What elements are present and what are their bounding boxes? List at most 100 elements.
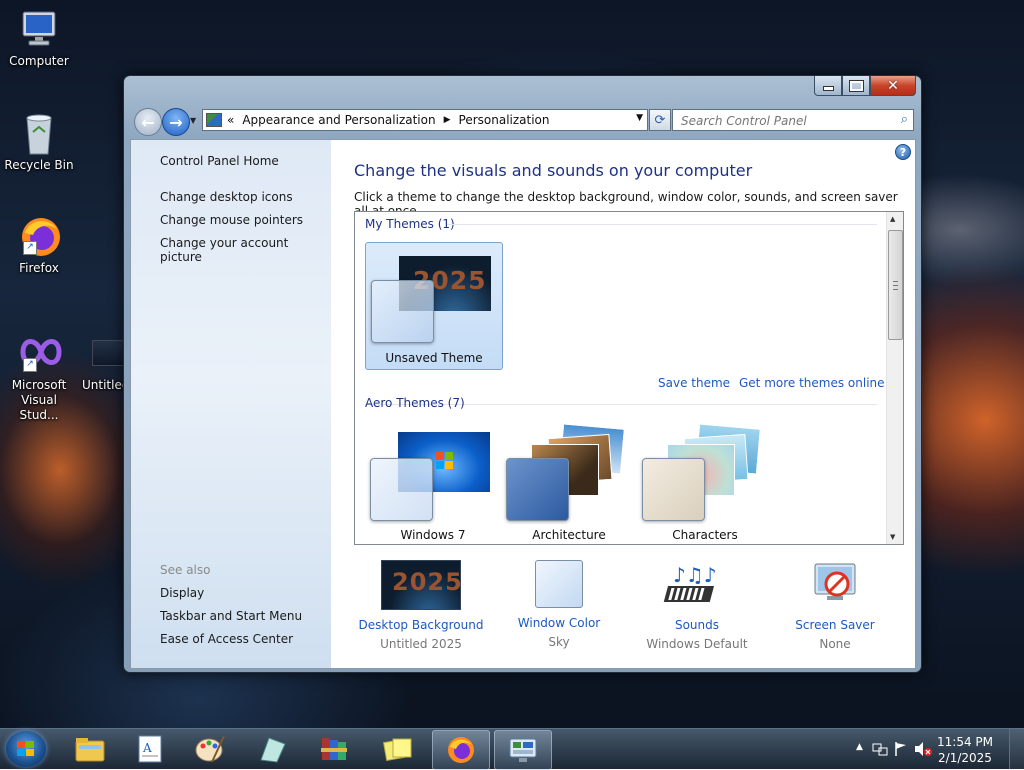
page-title: Change the visuals and sounds on your co… xyxy=(354,161,753,180)
theme-name: Unsaved Theme xyxy=(385,351,483,365)
address-dropdown-icon[interactable]: ▼ xyxy=(636,113,643,123)
vertical-scrollbar[interactable]: ▲ ▼ xyxy=(886,212,903,544)
caption-buttons: ✕ xyxy=(814,76,916,96)
save-theme-link[interactable]: Save theme xyxy=(658,376,730,390)
breadcrumb-separator-icon[interactable]: ▶ xyxy=(444,115,451,125)
taskbar-explorer[interactable] xyxy=(62,730,118,768)
desktop-icon-label: Computer xyxy=(9,54,69,68)
taskbar-wordpad[interactable]: A xyxy=(122,730,178,768)
sounds-item[interactable]: ♪♫♪ Sounds Windows Default xyxy=(627,560,767,651)
scrollbar-thumb[interactable] xyxy=(888,230,903,340)
personalization-window: ✕ ← → ▼ « Appearance and Personalization… xyxy=(123,75,922,673)
forward-button[interactable]: → xyxy=(162,108,190,136)
sidebar-display[interactable]: Display xyxy=(160,586,204,600)
sidebar: Control Panel Home Change desktop icons … xyxy=(131,140,331,668)
taskbar-control-panel[interactable] xyxy=(494,730,552,770)
breadcrumb-appearance[interactable]: Appearance and Personalization xyxy=(242,113,435,127)
theme-tile-characters[interactable]: Characters xyxy=(637,420,773,544)
desktop-icon-visual-studio[interactable]: ↗ Microsoft Visual Stud... xyxy=(1,332,77,423)
theme-name: Characters xyxy=(672,528,738,542)
window-color-swatch xyxy=(642,458,705,521)
desktop-icon-label: Microsoft Visual Stud... xyxy=(11,378,67,422)
snipping-tool-icon xyxy=(260,737,286,763)
sounds-icon: ♪♫♪ xyxy=(657,560,737,610)
close-button[interactable]: ✕ xyxy=(870,76,916,96)
show-desktop-button[interactable] xyxy=(1009,729,1024,769)
scroll-down-icon[interactable]: ▼ xyxy=(890,533,895,541)
svg-text:♪♫♪: ♪♫♪ xyxy=(673,563,716,587)
window-color-swatch xyxy=(506,458,569,521)
taskbar-sticky-notes[interactable] xyxy=(370,730,426,768)
desktop-icon-untitled[interactable]: Untitled xyxy=(78,332,124,393)
desktop-icon-firefox[interactable]: ↗ Firefox xyxy=(1,215,77,276)
theme-tile-architecture[interactable]: Architecture xyxy=(501,420,637,544)
sidebar-change-account-picture[interactable]: Change your account picture xyxy=(160,236,331,264)
sidebar-control-panel-home[interactable]: Control Panel Home xyxy=(160,154,279,168)
sidebar-change-desktop-icons[interactable]: Change desktop icons xyxy=(160,190,293,204)
sounds-value: Windows Default xyxy=(646,637,748,651)
computer-icon xyxy=(19,8,59,48)
network-icon[interactable] xyxy=(872,741,888,757)
address-bar[interactable]: « Appearance and Personalization ▶ Perso… xyxy=(202,109,648,131)
sounds-link[interactable]: Sounds xyxy=(627,618,767,632)
my-themes-header: My Themes (1) xyxy=(365,217,455,231)
theme-tile-windows7[interactable]: Windows 7 xyxy=(365,420,501,544)
back-arrow-icon: ← xyxy=(141,112,155,132)
sidebar-taskbar-start-menu[interactable]: Taskbar and Start Menu xyxy=(160,609,302,623)
recent-pages-dropdown-icon[interactable]: ▼ xyxy=(190,116,196,125)
shortcut-arrow-icon: ↗ xyxy=(23,241,37,255)
maximize-button[interactable] xyxy=(842,76,870,96)
screen-saver-icon xyxy=(795,560,875,610)
paint-icon xyxy=(195,735,225,763)
help-icon[interactable]: ? xyxy=(895,144,911,160)
refresh-button[interactable]: ⟳ xyxy=(649,109,671,131)
address-history-chevron[interactable]: « xyxy=(227,113,234,127)
minimize-icon xyxy=(822,86,834,91)
svg-text:A: A xyxy=(142,741,152,755)
desktop-background-item[interactable]: 2025 Desktop Background Untitled 2025 xyxy=(351,560,491,651)
screen-saver-value: None xyxy=(819,637,851,651)
maximize-icon xyxy=(848,79,864,92)
volume-muted-icon[interactable] xyxy=(914,741,932,757)
firefox-icon xyxy=(448,737,474,763)
close-icon: ✕ xyxy=(887,77,899,94)
search-icon[interactable]: ⌕ xyxy=(901,112,908,127)
window-color-item[interactable]: Window Color Sky xyxy=(489,560,629,649)
windows-explorer-icon xyxy=(75,738,105,762)
windows-logo-icon xyxy=(17,741,35,757)
sidebar-change-mouse-pointers[interactable]: Change mouse pointers xyxy=(160,213,303,227)
search-box[interactable]: ⌕ xyxy=(672,109,914,131)
show-hidden-icons-icon[interactable]: ▲ xyxy=(856,742,863,752)
theme-tile-unsaved[interactable]: 2025 Unsaved Theme xyxy=(365,242,503,370)
desktop-icon-computer[interactable]: Computer xyxy=(1,8,77,69)
screen-saver-link[interactable]: Screen Saver xyxy=(765,618,905,632)
back-button[interactable]: ← xyxy=(134,108,162,136)
clock-time: 11:54 PM xyxy=(937,735,993,749)
window-color-link[interactable]: Window Color xyxy=(489,616,629,630)
group-divider xyxy=(447,224,877,225)
window-color-swatch xyxy=(371,280,434,343)
get-more-themes-link[interactable]: Get more themes online xyxy=(739,376,885,390)
desktop-background-link[interactable]: Desktop Background xyxy=(351,618,491,632)
taskbar-snipping-tool[interactable] xyxy=(244,730,300,768)
taskbar: A ▲ 11:54 PM 2/1/2025 xyxy=(0,728,1024,770)
search-input[interactable] xyxy=(679,113,883,129)
content-area: Control Panel Home Change desktop icons … xyxy=(130,139,916,669)
taskbar-paint[interactable] xyxy=(182,730,238,768)
recycle-bin-icon xyxy=(19,112,59,155)
themes-list: My Themes (1) 2025 Unsaved Theme Save th… xyxy=(354,211,904,545)
taskbar-firefox[interactable] xyxy=(432,730,490,770)
wordpad-icon: A xyxy=(138,735,162,763)
breadcrumb-personalization[interactable]: Personalization xyxy=(459,113,550,127)
minimize-button[interactable] xyxy=(814,76,842,96)
sidebar-ease-of-access[interactable]: Ease of Access Center xyxy=(160,632,293,646)
taskbar-winrar[interactable] xyxy=(306,730,362,768)
thumbnail-text: 2025 xyxy=(392,568,463,596)
desktop-icon-recycle-bin[interactable]: Recycle Bin xyxy=(1,112,77,173)
action-center-flag-icon[interactable] xyxy=(894,741,908,757)
image-file-icon xyxy=(92,332,124,372)
start-button[interactable] xyxy=(6,731,46,767)
scroll-up-icon[interactable]: ▲ xyxy=(890,215,895,223)
clock[interactable]: 11:54 PM 2/1/2025 xyxy=(932,734,998,766)
screen-saver-item[interactable]: Screen Saver None xyxy=(765,560,905,651)
